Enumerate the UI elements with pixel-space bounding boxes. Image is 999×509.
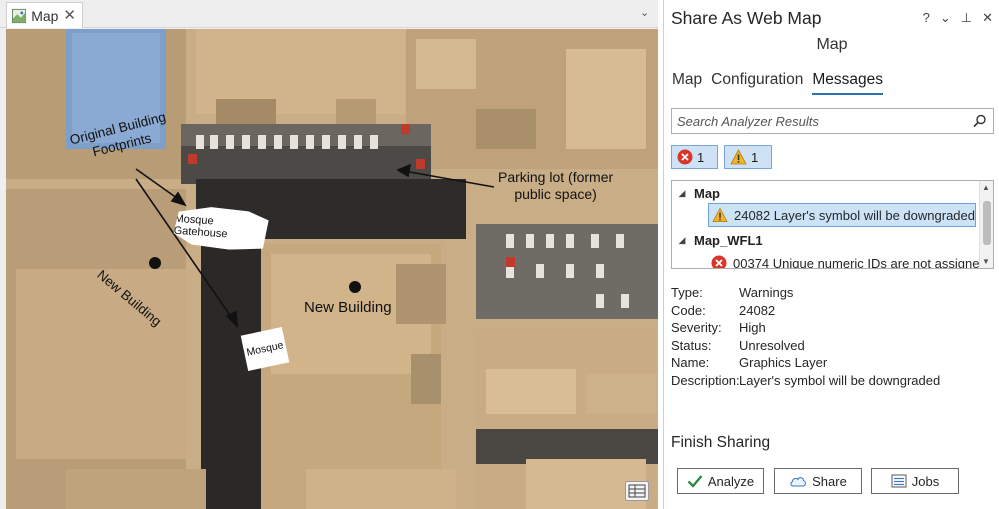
result-message-row[interactable]: 24082 Layer's symbol will be downgraded [708, 203, 976, 227]
tab-messages[interactable]: Messages [812, 71, 884, 95]
results-group-map-wfl1[interactable]: ◢ Map_WFL1 [672, 229, 763, 251]
detail-key: Type: [671, 285, 703, 300]
tab-configuration[interactable]: Configuration [711, 71, 803, 95]
detail-row-name: Name: Graphics Layer [671, 354, 940, 372]
help-icon[interactable]: ? [923, 10, 930, 26]
detail-value: Layer's symbol will be downgraded [739, 372, 941, 388]
marker-dot [149, 257, 161, 269]
search-input[interactable] [677, 113, 967, 129]
error-count: 1 [697, 149, 705, 165]
tab-map[interactable]: Map [672, 71, 702, 95]
warning-icon [712, 207, 728, 222]
map-tab-bar: Map ✕ ⌄ [0, 0, 658, 28]
panel-controls: ? ⌄ ⊥ ✕ [923, 10, 993, 26]
detail-row-status: Status: Unresolved [671, 337, 940, 355]
results-group-map[interactable]: ◢ Map [672, 182, 720, 204]
jobs-button-label: Jobs [911, 473, 940, 489]
results-scrollbar[interactable]: ▲ ▼ [979, 181, 993, 268]
error-filter-toggle[interactable]: 1 [671, 145, 718, 169]
search-box [671, 108, 994, 134]
map-pane: Map ✕ ⌄ Original Building Footprints New… [0, 0, 658, 509]
table-icon [628, 484, 646, 498]
analyze-button-label: Analyze [707, 473, 755, 489]
detail-row-description: Description: Layer's symbol will be down… [671, 372, 940, 390]
detail-value: High [739, 320, 766, 336]
jobs-button[interactable]: Jobs [871, 468, 959, 494]
warning-icon [730, 149, 747, 165]
annotation-new-building: New Building [304, 299, 392, 316]
map-table-icon[interactable] [625, 481, 649, 501]
collapse-caret-icon[interactable]: ◢ [674, 188, 690, 199]
checkmark-icon [687, 475, 703, 488]
detail-key: Code: [671, 302, 706, 318]
scroll-down-icon[interactable]: ▼ [982, 257, 990, 266]
map-tab[interactable]: Map ✕ [6, 2, 83, 28]
search-icon[interactable] [973, 114, 987, 128]
pin-icon[interactable]: ⊥ [961, 10, 972, 26]
detail-key: Name: [671, 355, 710, 371]
detail-key: Description: [671, 372, 740, 388]
scroll-up-icon[interactable]: ▲ [982, 183, 990, 192]
map-icon [12, 8, 27, 23]
detail-value: Warnings [739, 285, 794, 300]
error-icon [677, 149, 693, 165]
chevron-down-icon[interactable]: ⌄ [640, 6, 649, 19]
panel-title: Share As Web Map [671, 8, 822, 28]
annotation-line: Parking lot (former [498, 169, 614, 185]
detail-row-type: Type: Warnings [671, 284, 940, 302]
result-message-text: 00374 Unique numeric IDs are not assigne [733, 255, 980, 269]
detail-value: Graphics Layer [739, 355, 828, 371]
analyzer-results-tree: ◢ Map 24082 Layer's symbol will be downg… [671, 180, 994, 269]
map-canvas[interactable]: Original Building Footprints New Buildin… [6, 29, 658, 509]
marker-dot [349, 281, 361, 293]
scrollbar-thumb[interactable] [983, 201, 991, 245]
cloud-icon [790, 477, 807, 487]
warning-filter-toggle[interactable]: 1 [724, 145, 772, 169]
panel-subtitle: Map [816, 36, 848, 53]
detail-row-severity: Severity: High [671, 319, 940, 337]
annotation-line: public space) [514, 186, 597, 202]
close-icon[interactable]: ✕ [63, 8, 76, 23]
result-message-row[interactable]: 00374 Unique numeric IDs are not assigne [708, 251, 980, 269]
share-button-label: Share [812, 473, 847, 489]
finish-sharing-heading: Finish Sharing [671, 434, 771, 451]
panel-tabs: Map Configuration Messages [672, 71, 884, 95]
group-label: Map [694, 185, 720, 201]
annotation-parking-lot: Parking lot (former public space) [498, 169, 613, 203]
message-details: Type: Warnings Code: 24082 Severity: Hig… [671, 284, 940, 390]
detail-row-code: Code: 24082 [671, 302, 940, 320]
group-label: Map_WFL1 [694, 232, 763, 248]
warning-count: 1 [751, 149, 759, 165]
collapse-caret-icon[interactable]: ◢ [674, 235, 690, 246]
chevron-down-icon[interactable]: ⌄ [940, 10, 951, 26]
map-tab-label: Map [31, 7, 59, 24]
jobs-list-icon [891, 474, 907, 488]
share-button[interactable]: Share [774, 468, 862, 494]
close-icon[interactable]: ✕ [982, 10, 993, 26]
analyze-button[interactable]: Analyze [677, 468, 764, 494]
detail-key: Status: [671, 337, 712, 353]
detail-value: 24082 [739, 302, 776, 318]
error-icon [711, 255, 727, 268]
result-message-text: 24082 Layer's symbol will be downgraded [734, 207, 975, 223]
detail-value: Unresolved [739, 337, 805, 353]
share-web-map-panel: Share As Web Map ? ⌄ ⊥ ✕ Map Map Configu… [663, 0, 999, 509]
detail-key: Severity: [671, 320, 722, 336]
